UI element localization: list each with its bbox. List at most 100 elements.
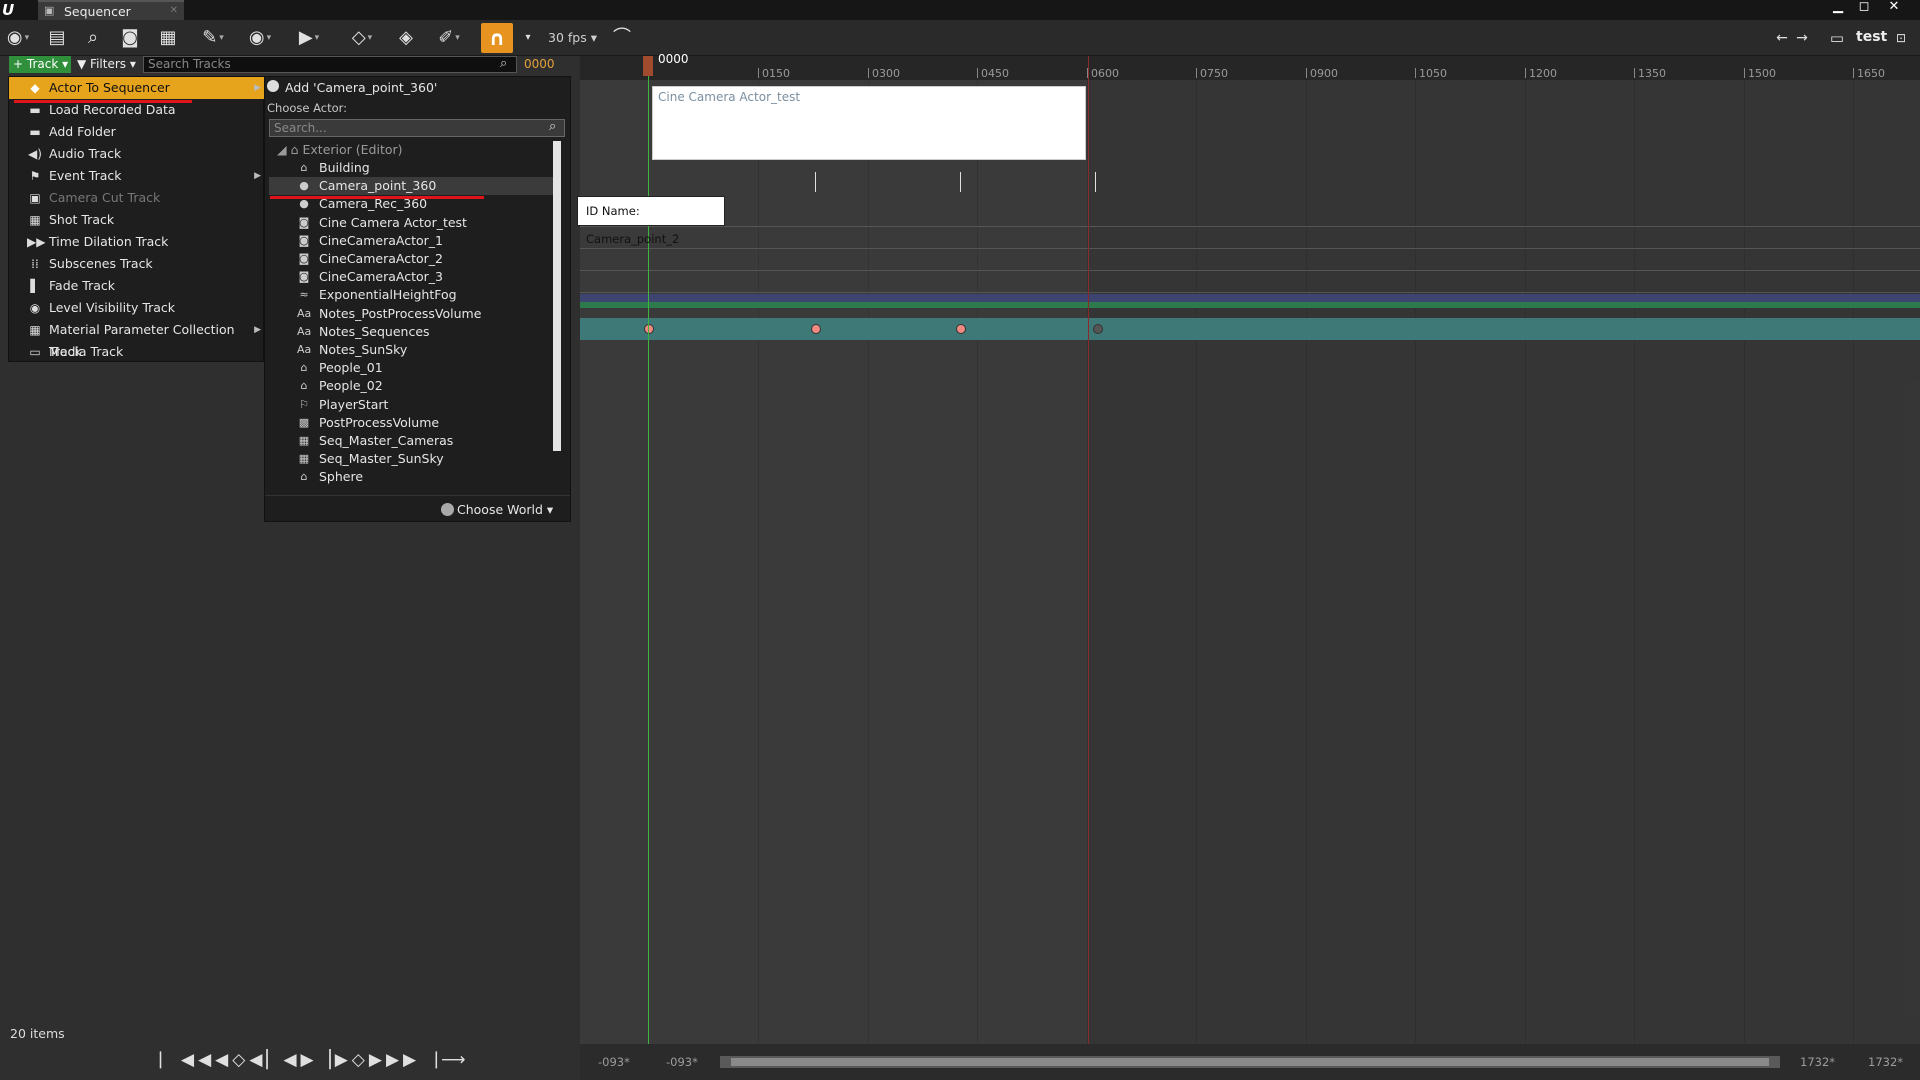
- key-tick[interactable]: [960, 172, 961, 192]
- actor-list-item[interactable]: ◙ CineCameraActor_3: [269, 268, 559, 286]
- step-forward-key-icon[interactable]: ◇▶: [352, 1050, 386, 1070]
- jump-end-icon[interactable]: ▶▶⎹: [386, 1050, 441, 1070]
- tick-label: 0600: [1091, 67, 1119, 80]
- tick-mark: [758, 68, 759, 78]
- filters-button[interactable]: ▼ Filters ▾: [77, 56, 139, 73]
- track-menu-item[interactable]: ⚑ Event Track ▶: [9, 165, 265, 187]
- cine-camera-icon: ◙: [298, 233, 310, 247]
- actor-list-item[interactable]: ◙ Cine Camera Actor_test: [269, 214, 559, 232]
- actor-list-item[interactable]: ⚐ PlayerStart: [269, 396, 559, 414]
- close-tab-icon[interactable]: ✕: [170, 5, 178, 16]
- step-forward-icon[interactable]: ▕▶: [318, 1050, 352, 1070]
- actor-list-item[interactable]: ⌂ People_01: [269, 359, 559, 377]
- actor-list-item[interactable]: Aa Notes_SunSky: [269, 341, 559, 359]
- search-tracks-input[interactable]: Search Tracks: [143, 56, 517, 73]
- maximize-icon[interactable]: ◻: [1852, 0, 1876, 16]
- add-selected-actor[interactable]: Add 'Camera_point_360': [285, 79, 437, 97]
- keyframe-track[interactable]: [580, 318, 1920, 340]
- camera-section-label: Cine Camera Actor_test: [658, 90, 801, 104]
- track-band[interactable]: [580, 302, 1920, 308]
- track-band[interactable]: [580, 294, 1920, 302]
- actor-list-item[interactable]: ⌂ Sphere: [269, 468, 559, 486]
- play-icon[interactable]: ▶: [301, 1050, 318, 1070]
- actor-list-item[interactable]: ● Camera_point_360: [269, 177, 559, 196]
- step-back-key-icon[interactable]: ◀◇: [215, 1050, 249, 1070]
- track-menu-item[interactable]: ⁞⁞ Subscenes Track: [9, 253, 265, 275]
- camera-add-icon[interactable]: ◙: [116, 26, 144, 50]
- track-menu-item-label: Level Visibility Track: [49, 300, 176, 315]
- snap-magnet-icon[interactable]: ∩: [481, 23, 513, 53]
- actor-list-scrollbar[interactable]: [553, 141, 561, 451]
- jump-start-icon[interactable]: ⎸◀◀: [160, 1050, 215, 1070]
- key-all-icon[interactable]: ◈: [392, 26, 420, 50]
- track-menu-item[interactable]: ▌ Fade Track: [9, 275, 265, 297]
- close-window-icon[interactable]: ✕: [1882, 0, 1906, 16]
- track-menu-item[interactable]: ▦ Shot Track: [9, 209, 265, 231]
- lock-icon[interactable]: ⊡: [1892, 26, 1910, 50]
- track-row-divider: [580, 270, 1920, 271]
- actor-list-item[interactable]: ◙ CineCameraActor_2: [269, 250, 559, 268]
- keyframe[interactable]: [1093, 324, 1103, 334]
- edit-icon[interactable]: ✐ ▾: [432, 26, 466, 50]
- snap-options-icon[interactable]: ▾: [520, 26, 536, 50]
- range-end-outer[interactable]: 1732*: [1868, 1055, 1903, 1069]
- actor-search-input[interactable]: Search...: [269, 119, 565, 137]
- save-icon[interactable]: ▤: [44, 26, 70, 50]
- step-back-icon[interactable]: ◀▏: [249, 1050, 283, 1070]
- find-icon[interactable]: ⌕: [80, 26, 106, 50]
- keyframe[interactable]: [956, 324, 966, 334]
- track-menu-item[interactable]: ▦ Material Parameter Collection Track ▶: [9, 319, 265, 359]
- key-tick[interactable]: [1095, 172, 1096, 192]
- keyframe[interactable]: [644, 324, 654, 334]
- choose-world-button[interactable]: Choose World ▾: [457, 502, 553, 517]
- actor-list-item[interactable]: ⌂ People_02: [269, 377, 559, 395]
- view-icon[interactable]: ◉ ▾: [240, 26, 280, 50]
- keyframe[interactable]: [811, 324, 821, 334]
- clapper-icon[interactable]: ▦: [154, 26, 182, 50]
- playhead-handle[interactable]: [643, 56, 653, 76]
- add-track-button[interactable]: + Track ▾: [9, 56, 71, 73]
- sequence-name[interactable]: test: [1856, 29, 1887, 45]
- forward-arrow-icon[interactable]: →: [1792, 26, 1812, 50]
- back-arrow-icon[interactable]: ←: [1772, 26, 1792, 50]
- actor-list-item[interactable]: ⌂ Building: [269, 159, 559, 177]
- range-start-inner[interactable]: -093*: [666, 1055, 698, 1069]
- track-menu-item[interactable]: ▣ Camera Cut Track: [9, 187, 265, 209]
- playback-end-line[interactable]: [1088, 56, 1089, 1044]
- key-tick[interactable]: [815, 172, 816, 192]
- minimize-icon[interactable]: ▁: [1826, 0, 1850, 16]
- track-menu-item[interactable]: ◉ Level Visibility Track: [9, 297, 265, 319]
- actor-list-item[interactable]: Aa Notes_Sequences: [269, 323, 559, 341]
- actor-group[interactable]: ◢ ⌂ Exterior (Editor): [277, 141, 403, 159]
- actor-list-item[interactable]: ▦ Seq_Master_Cameras: [269, 432, 559, 450]
- timeline-scrollbar-thumb[interactable]: [731, 1058, 1769, 1066]
- track-row-divider: [580, 248, 1920, 249]
- track-menu-item[interactable]: ▭ Media Track: [9, 341, 265, 363]
- loop-icon[interactable]: ⟶: [441, 1050, 469, 1070]
- actor-list-item[interactable]: ◙ CineCameraActor_1: [269, 232, 559, 250]
- figure-icon: ⌂: [300, 470, 308, 484]
- track-menu-item[interactable]: ◀) Audio Track: [9, 143, 265, 165]
- actor-list-item[interactable]: ▩ PostProcessVolume: [269, 414, 559, 432]
- actor-list-item[interactable]: ● SunSky: [269, 487, 559, 489]
- play-options-icon[interactable]: ▶ ▾: [292, 26, 326, 50]
- track-menu-item[interactable]: ◆ Actor To Sequencer ▶: [9, 77, 265, 99]
- current-frame[interactable]: 0000: [524, 57, 555, 71]
- play-reverse-icon[interactable]: ◀: [283, 1050, 300, 1070]
- playhead-frame: 0000: [658, 52, 689, 66]
- track-menu-item[interactable]: ▬ Add Folder: [9, 121, 265, 143]
- key-icon[interactable]: ◇ ▾: [342, 26, 382, 50]
- tools-icon[interactable]: ✎ ▾: [196, 26, 230, 50]
- range-start-outer[interactable]: -093*: [598, 1055, 630, 1069]
- actor-list-item[interactable]: Aa Notes_PostProcessVolume: [269, 305, 559, 323]
- fps-dropdown[interactable]: 30 fps ▾: [548, 30, 597, 45]
- range-end-inner[interactable]: 1732*: [1800, 1055, 1835, 1069]
- track-menu-item[interactable]: ▶▶ Time Dilation Track: [9, 231, 265, 253]
- tab-sequencer[interactable]: ▣ Sequencer ✕: [38, 0, 184, 20]
- curve-editor-icon[interactable]: ⌒: [608, 26, 636, 50]
- camera-section[interactable]: Cine Camera Actor_test: [652, 86, 1086, 160]
- actor-list-item[interactable]: ▦ Seq_Master_SunSky: [269, 450, 559, 468]
- world-icon[interactable]: ◉ ▾: [4, 26, 32, 50]
- actor-list-item[interactable]: ≈ ExponentialHeightFog: [269, 286, 559, 304]
- folder-icon[interactable]: ▭: [1826, 26, 1848, 50]
